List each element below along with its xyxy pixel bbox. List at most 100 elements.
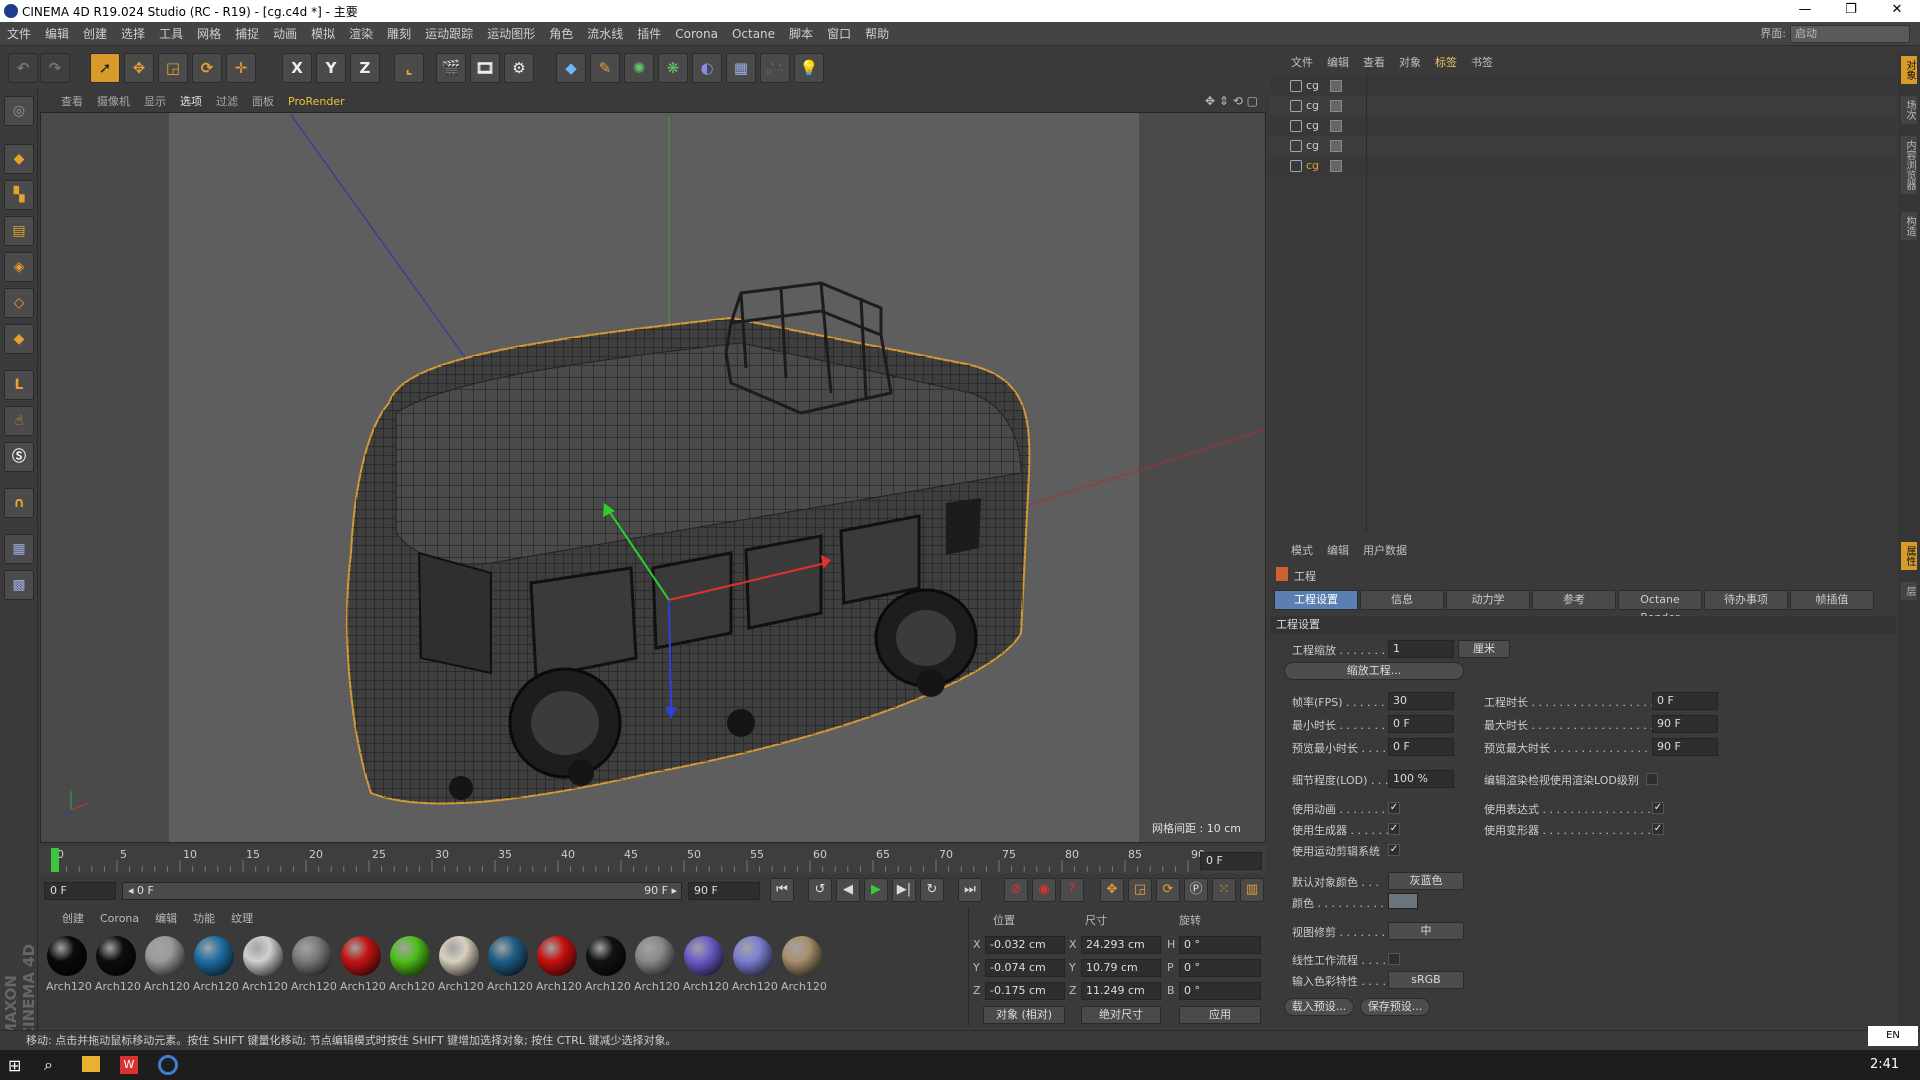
menu-animate[interactable]: 动画 bbox=[266, 22, 304, 46]
material-swatch[interactable]: Arch120 bbox=[583, 936, 631, 1006]
key-parameter-button[interactable]: Ⓟ bbox=[1184, 878, 1208, 902]
viewport-nav-icons[interactable]: ✥ ⇕ ⟲ ▢ bbox=[1205, 94, 1258, 108]
model-mode-button[interactable]: ◆ bbox=[4, 144, 34, 174]
material-swatch[interactable]: Arch120 bbox=[730, 936, 778, 1006]
object-row[interactable]: cg bbox=[1270, 116, 1896, 136]
size-z-field[interactable]: 11.249 cm bbox=[1081, 982, 1161, 1000]
menu-help[interactable]: 帮助 bbox=[858, 22, 896, 46]
rotate-tool-button[interactable]: ⟳ bbox=[192, 53, 222, 83]
material-menu-edit[interactable]: 编辑 bbox=[147, 908, 185, 930]
material-swatch[interactable]: Arch120 bbox=[485, 936, 533, 1006]
object-row[interactable]: cg bbox=[1270, 96, 1896, 116]
project-scale-field[interactable]: 1 bbox=[1388, 640, 1454, 658]
redo-button[interactable]: ↷ bbox=[40, 53, 70, 83]
viewport-menu-camera[interactable]: 摄像机 bbox=[90, 92, 137, 112]
tweak-mode-button[interactable]: ☝ bbox=[4, 406, 34, 436]
viewport-menu-panel[interactable]: 面板 bbox=[245, 92, 281, 112]
make-editable-button[interactable]: ◎ bbox=[4, 96, 34, 126]
strip-tab-structure[interactable]: 构造 bbox=[1901, 212, 1917, 240]
material-swatch[interactable]: Arch120 bbox=[779, 936, 827, 1006]
obj-menu-view[interactable]: 查看 bbox=[1356, 52, 1392, 74]
wps-icon[interactable]: W bbox=[120, 1056, 138, 1074]
obj-menu-tags[interactable]: 标签 bbox=[1428, 52, 1464, 74]
object-visibility-icon[interactable] bbox=[1330, 140, 1342, 152]
rotation-p-field[interactable]: 0 ° bbox=[1179, 959, 1261, 977]
render-lod-checkbox[interactable] bbox=[1646, 773, 1658, 785]
menu-motion-tracking[interactable]: 运动跟踪 bbox=[418, 22, 480, 46]
strip-tab-takes[interactable]: 场次 bbox=[1901, 96, 1917, 124]
interface-dropdown[interactable]: 启动 bbox=[1790, 25, 1910, 43]
menu-create[interactable]: 创建 bbox=[76, 22, 114, 46]
position-z-field[interactable]: -0.175 cm bbox=[985, 982, 1065, 1000]
apply-button[interactable]: 应用 bbox=[1179, 1006, 1261, 1024]
material-swatch[interactable]: Arch120 bbox=[632, 936, 680, 1006]
object-name[interactable]: cg bbox=[1306, 96, 1319, 116]
prev-frame-button[interactable]: ◀ bbox=[836, 878, 860, 902]
object-visibility-icon[interactable] bbox=[1330, 160, 1342, 172]
material-swatch[interactable]: Arch120 bbox=[436, 936, 484, 1006]
use-generators-checkbox[interactable]: ✓ bbox=[1388, 823, 1400, 835]
close-button[interactable]: ✕ bbox=[1874, 0, 1920, 22]
tab-reference[interactable]: 参考 bbox=[1532, 590, 1616, 610]
render-view-button[interactable]: 🎬 bbox=[436, 53, 466, 83]
axis-mode-button[interactable]: L bbox=[4, 370, 34, 400]
snap-button[interactable]: ∩ bbox=[4, 488, 34, 518]
minimize-button[interactable]: — bbox=[1782, 0, 1828, 22]
pen-button[interactable]: ✎ bbox=[590, 53, 620, 83]
tab-dynamics[interactable]: 动力学 bbox=[1446, 590, 1530, 610]
load-preset-button[interactable]: 载入预设... bbox=[1284, 998, 1354, 1016]
tab-todo[interactable]: 待办事项 bbox=[1704, 590, 1788, 610]
recent-tool-button[interactable]: ✛ bbox=[226, 53, 256, 83]
object-visibility-icon[interactable] bbox=[1330, 120, 1342, 132]
attr-menu-mode[interactable]: 模式 bbox=[1284, 540, 1320, 562]
menu-snap[interactable]: 捕捉 bbox=[228, 22, 266, 46]
menu-sculpt[interactable]: 雕刻 bbox=[380, 22, 418, 46]
size-y-field[interactable]: 10.79 cm bbox=[1081, 959, 1161, 977]
x-axis-button[interactable]: X bbox=[282, 53, 312, 83]
preview-min-field[interactable]: 0 F bbox=[1388, 738, 1454, 756]
fps-field[interactable]: 30 bbox=[1388, 692, 1454, 710]
viewport-menu-view[interactable]: 查看 bbox=[54, 92, 90, 112]
key-rotation-button[interactable]: ⟳ bbox=[1156, 878, 1180, 902]
material-swatch[interactable]: Arch120 bbox=[191, 936, 239, 1006]
menu-mesh[interactable]: 网格 bbox=[190, 22, 228, 46]
edges-mode-button[interactable]: ◇ bbox=[4, 288, 34, 318]
cinema4d-taskbar-icon[interactable] bbox=[158, 1055, 178, 1075]
object-name[interactable]: cg bbox=[1306, 116, 1319, 136]
polygons-mode-button[interactable]: ◆ bbox=[4, 324, 34, 354]
material-swatch[interactable]: Arch120 bbox=[44, 936, 92, 1006]
current-frame-field[interactable]: 0 F bbox=[1200, 852, 1262, 870]
record-button[interactable]: ⊘ bbox=[1004, 878, 1028, 902]
object-name[interactable]: cg bbox=[1306, 76, 1319, 96]
undo-button[interactable]: ↶ bbox=[8, 53, 38, 83]
keyframe-selection-button[interactable]: ? bbox=[1060, 878, 1084, 902]
z-axis-button[interactable]: Z bbox=[350, 53, 380, 83]
light-button[interactable]: 💡 bbox=[794, 53, 824, 83]
file-explorer-icon[interactable] bbox=[82, 1056, 100, 1072]
playhead[interactable] bbox=[51, 848, 59, 872]
menu-select[interactable]: 选择 bbox=[114, 22, 152, 46]
tab-info[interactable]: 信息 bbox=[1360, 590, 1444, 610]
viewport-menu-filter[interactable]: 过滤 bbox=[209, 92, 245, 112]
min-time-field[interactable]: 0 F bbox=[1388, 715, 1454, 733]
menu-character[interactable]: 角色 bbox=[542, 22, 580, 46]
rotation-b-field[interactable]: 0 ° bbox=[1179, 982, 1261, 1000]
material-swatch[interactable]: Arch120 bbox=[681, 936, 729, 1006]
move-tool-button[interactable]: ✥ bbox=[124, 53, 154, 83]
object-row[interactable]: cg bbox=[1270, 76, 1896, 96]
texture-mode-button[interactable]: ▚ bbox=[4, 180, 34, 210]
windows-start-icon[interactable]: ⊞ bbox=[8, 1056, 21, 1075]
maximize-button[interactable]: ❐ bbox=[1828, 0, 1874, 22]
strip-tab-layers[interactable]: 层 bbox=[1901, 582, 1917, 600]
timeline-window-button[interactable]: ▥ bbox=[1240, 878, 1264, 902]
viewport-menu-options[interactable]: 选项 bbox=[173, 92, 209, 112]
use-deformers-checkbox[interactable]: ✓ bbox=[1652, 823, 1664, 835]
menu-window[interactable]: 窗口 bbox=[820, 22, 858, 46]
material-swatch[interactable]: Arch120 bbox=[142, 936, 190, 1006]
rotation-h-field[interactable]: 0 ° bbox=[1179, 936, 1261, 954]
obj-menu-object[interactable]: 对象 bbox=[1392, 52, 1428, 74]
strip-tab-attributes[interactable]: 属性 bbox=[1901, 542, 1917, 570]
prev-key-button[interactable]: ↺ bbox=[808, 878, 832, 902]
object-row[interactable]: cg bbox=[1270, 156, 1896, 176]
use-motion-system-checkbox[interactable]: ✓ bbox=[1388, 844, 1400, 856]
